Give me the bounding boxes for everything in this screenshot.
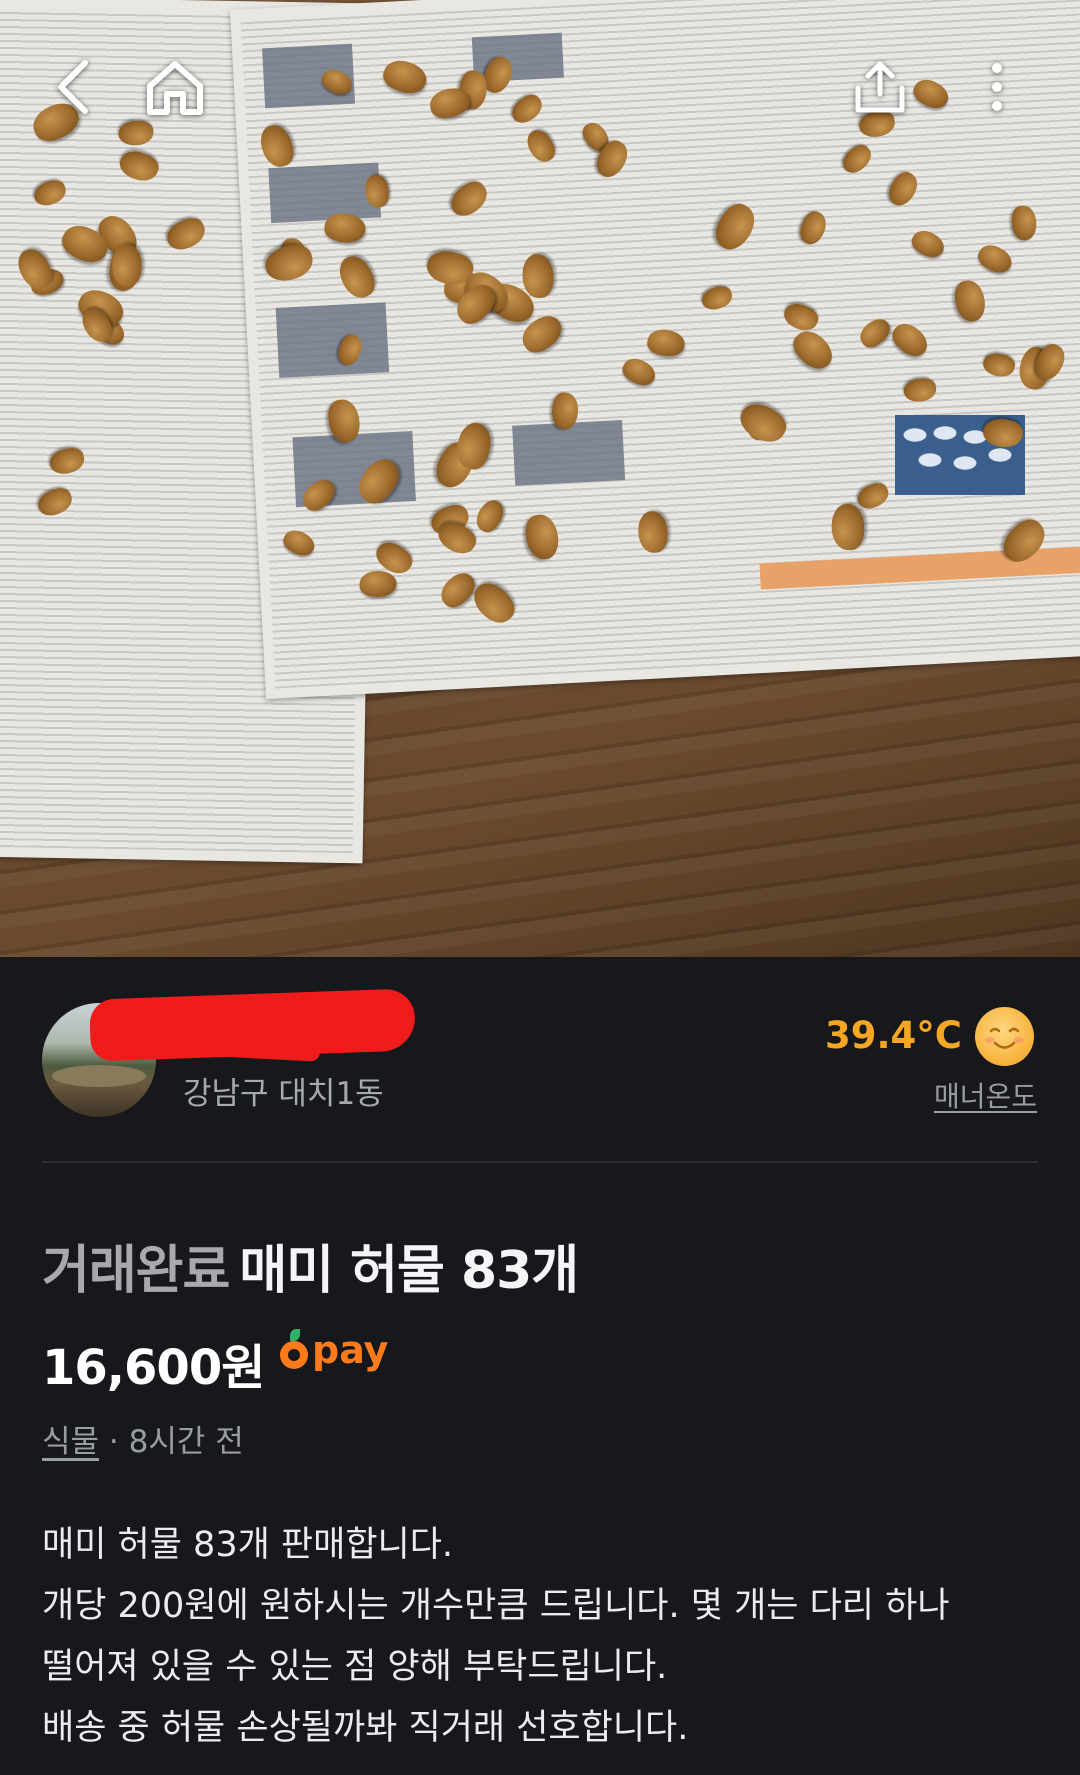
item-name: 매미 허물 83개 [239,1241,579,1301]
cicada-shell [1011,205,1037,241]
cicada-shell [111,243,143,287]
description: 매미 허물 83개 판매합니다. 개당 200원에 원하시는 개수만큼 드립니다… [42,1515,1042,1759]
cicada-shell [830,503,865,551]
time-ago: 8시간 전 [128,1424,244,1460]
chevron-left-icon [58,60,88,114]
description-line: 개당 200원에 원하시는 개수만큼 드립니다. 몇 개는 다리 하나 [42,1586,950,1626]
description-line: 떨어져 있을 수 있는 점 양해 부탁드립니다. [42,1647,668,1687]
meta-separator: · [99,1424,129,1460]
manner-temp-link[interactable]: 매너온도 [934,1075,1037,1115]
smile-face-icon [975,1007,1034,1066]
description-line: 배송 중 허물 손상될까봐 직거래 선호합니다. [42,1708,689,1748]
share-upload-icon [855,61,905,113]
home-icon [147,61,203,115]
pay-label: pay [312,1328,389,1372]
home-button[interactable] [140,52,210,122]
listing-meta: 식물 · 8시간 전 [42,1416,244,1461]
carrot-icon [280,1329,308,1369]
description-line: 매미 허물 83개 판매합니다. [42,1525,454,1565]
listing-title: 거래완료 매미 허물 83개 [42,1228,579,1303]
divider [42,1161,1038,1163]
pay-badge: pay [280,1328,388,1372]
cicada-shell [637,510,668,553]
avatar-field [52,1065,146,1087]
seller-location: 강남구 대치1동 [183,1076,384,1112]
price: 16,600원 [42,1340,265,1396]
more-button[interactable] [962,52,1032,122]
cicada-shell [522,253,554,298]
back-button[interactable] [38,52,108,122]
category-link[interactable]: 식물 [42,1424,99,1460]
manner-temperature: 39.4°C [825,1014,962,1057]
more-vertical-icon [992,63,1002,111]
product-photo[interactable] [0,0,1080,957]
trade-status: 거래완료 [42,1241,230,1301]
share-button[interactable] [845,52,915,122]
